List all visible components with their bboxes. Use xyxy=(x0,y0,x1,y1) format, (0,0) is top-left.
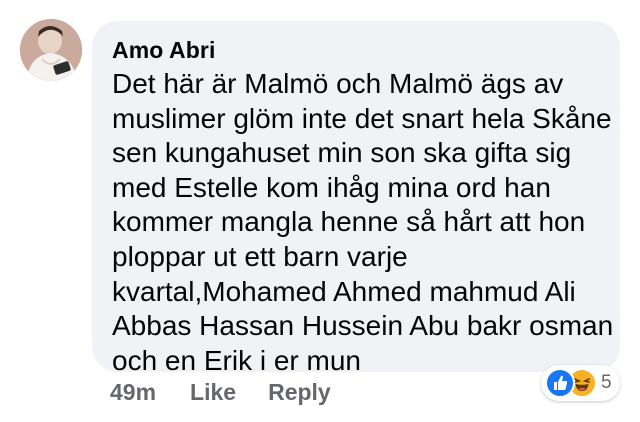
comment-timestamp[interactable]: 49m xyxy=(110,379,156,406)
reaction-count: 5 xyxy=(601,372,612,393)
comment-author[interactable]: Amo Abri xyxy=(112,35,600,65)
comment-bubble: Amo Abri Det här är Malmö och Malmö ägs … xyxy=(92,21,620,376)
avatar[interactable] xyxy=(20,19,82,81)
comment-text-line: Det här är Malmö och Malmö ägs av xyxy=(112,68,564,99)
reaction-summary[interactable]: 5 xyxy=(541,365,620,401)
comment-text-line: ploppar ut ett barn varje xyxy=(112,240,408,272)
avatar-photo-icon xyxy=(20,19,82,81)
comment-text-line: och en Erik i er mun xyxy=(112,344,361,376)
comment-text: Det här är Malmö och Malmö ägs av muslim… xyxy=(112,67,614,378)
comment-text-line: sen kungahuset min son ska gifta sig xyxy=(112,137,572,169)
comment-text-line: Abbas Hassan Hussein Abu bakr osman xyxy=(112,310,614,342)
like-button[interactable]: Like xyxy=(190,379,236,406)
comment-actions: 49m Like Reply xyxy=(110,376,331,408)
comment-text-line: kommer mangla henne så hårt att hon xyxy=(112,206,586,238)
comment-text-line: muslimer glöm inte det snart hela Skåne xyxy=(112,102,612,134)
like-icon xyxy=(545,368,575,398)
comment: Amo Abri Det här är Malmö och Malmö ägs … xyxy=(0,0,640,422)
reply-button[interactable]: Reply xyxy=(268,379,331,406)
comment-text-line: med Estelle kom ihåg mina ord han xyxy=(112,171,551,203)
comment-text-line: kvartal,Mohamed Ahmed mahmud Ali xyxy=(112,275,576,307)
